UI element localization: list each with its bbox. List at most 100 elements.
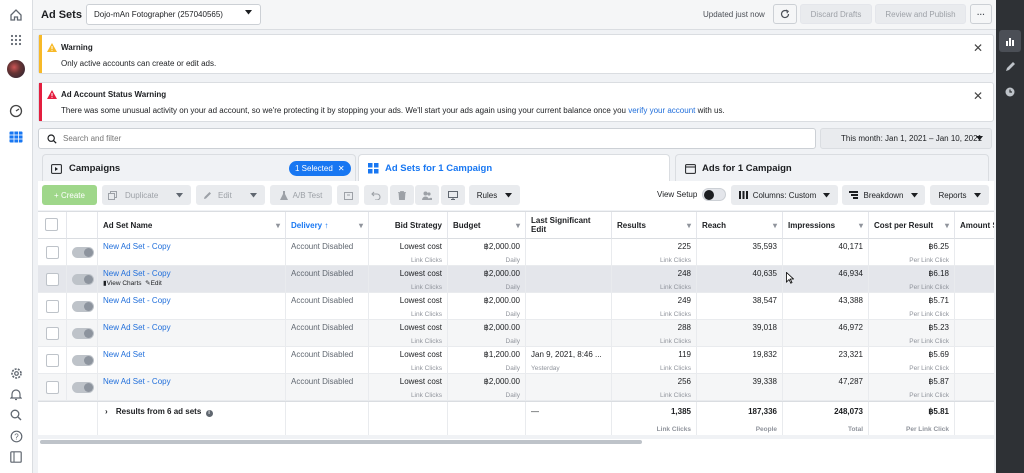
caret-down-icon[interactable] — [250, 193, 257, 198]
undo-button[interactable] — [364, 185, 388, 205]
alert-message-suffix: with us. — [697, 106, 725, 115]
adset-name-link[interactable]: New Ad Set - Copy — [103, 323, 171, 332]
ab-test-button[interactable]: A/B Test — [270, 185, 332, 205]
col-last-edit[interactable]: Last Significant Edit — [526, 212, 612, 239]
edit-button[interactable]: Edit — [196, 185, 265, 205]
avatar[interactable] — [6, 59, 26, 79]
adset-name-link[interactable]: New Ad Set - Copy — [103, 377, 171, 386]
cell-results: 256 Link Clicks — [612, 374, 697, 401]
delete-button[interactable] — [390, 185, 414, 205]
col-results[interactable]: Results ▾ — [612, 212, 697, 239]
apps-grid-icon[interactable] — [6, 30, 26, 50]
duplicate-button[interactable]: Duplicate — [102, 185, 191, 205]
table-icon[interactable] — [6, 127, 26, 147]
adset-name-link[interactable]: New Ad Set - Copy — [103, 296, 171, 305]
audience-button[interactable] — [415, 185, 439, 205]
table-row[interactable]: New Ad Set - Copy Account Disabled Lowest … — [38, 374, 994, 401]
table-row[interactable]: New Ad Set - Copy Account Disabled Lowest … — [38, 320, 994, 347]
col-budget[interactable]: Budget ▾ — [448, 212, 526, 239]
close-icon[interactable]: ✕ — [973, 41, 983, 55]
adset-toggle[interactable] — [72, 328, 94, 339]
horizontal-scrollbar-thumb[interactable] — [40, 440, 642, 444]
verify-account-link[interactable]: verify your account — [628, 106, 695, 115]
cell-results-sub: Link Clicks — [659, 284, 691, 291]
refresh-button[interactable] — [773, 4, 797, 24]
view-setup-toggle[interactable] — [702, 188, 726, 201]
row-checkbox[interactable] — [46, 327, 59, 340]
col-reach[interactable]: Reach ▾ — [697, 212, 783, 239]
create-button[interactable]: + Create — [42, 185, 97, 205]
adset-name-link[interactable]: New Ad Set - Copy — [103, 242, 171, 251]
adset-toggle[interactable] — [72, 247, 94, 258]
adset-toggle[interactable] — [72, 382, 94, 393]
cell-amount — [955, 320, 994, 347]
table-row[interactable]: New Ad Set - Copy ▮View Charts ✎Edit Accou… — [38, 266, 994, 293]
home-icon[interactable] — [6, 5, 26, 25]
adset-toggle[interactable] — [72, 355, 94, 366]
discard-drafts-button[interactable]: Discard Drafts — [800, 4, 872, 24]
selected-badge[interactable]: 1 Selected ✕ — [289, 161, 351, 176]
cell-cost: ฿6.25 Per Link Click — [869, 239, 955, 266]
search-icon[interactable] — [6, 405, 26, 425]
date-range-picker[interactable]: This month: Jan 1, 2021 – Jan 10, 2021 — [820, 128, 992, 149]
table-row[interactable]: New Ad Set - Copy Account Disabled Lowest … — [38, 239, 994, 266]
cell-cost-value: ฿5.69 — [928, 350, 949, 359]
caret-down-icon[interactable] — [176, 193, 183, 198]
adset-name-link[interactable]: New Ad Set - Copy — [103, 269, 171, 278]
more-button[interactable]: ··· — [970, 4, 992, 24]
columns-button[interactable]: Columns: Custom — [731, 185, 838, 205]
archive-button[interactable] — [337, 185, 359, 205]
col-impressions[interactable]: Impressions ▾ — [783, 212, 869, 239]
row-checkbox[interactable] — [46, 246, 59, 259]
cell-budget: ฿2,000.00 Daily — [448, 239, 526, 266]
select-all-checkbox[interactable] — [45, 218, 58, 231]
help-icon[interactable]: ? — [6, 426, 26, 446]
row-checkbox[interactable] — [46, 273, 59, 286]
row-checkbox[interactable] — [46, 300, 59, 313]
cell-amount — [955, 239, 994, 266]
totals-cost-sub: Per Link Click — [906, 426, 949, 433]
edit-link[interactable]: Edit — [151, 280, 162, 287]
clear-icon[interactable]: ✕ — [338, 164, 345, 173]
rules-button[interactable]: Rules — [469, 185, 520, 205]
tab-campaigns[interactable]: Campaigns 1 Selected ✕ — [42, 154, 356, 182]
chart-panel-icon[interactable] — [999, 30, 1021, 52]
col-delivery[interactable]: Delivery ↑ ▾ — [286, 212, 369, 239]
report-icon[interactable] — [6, 447, 26, 467]
adset-toggle[interactable] — [72, 274, 94, 285]
col-adset-name[interactable]: Ad Set Name ▾ — [98, 212, 286, 239]
col-cost-per-result[interactable]: Cost per Result ▾ — [869, 212, 955, 239]
account-selector[interactable]: Dojo-mAn Fotographer (257040565) — [86, 4, 261, 25]
cell-impressions: 23,321 — [783, 347, 869, 374]
close-icon[interactable]: ✕ — [973, 89, 983, 103]
cell-edit — [526, 320, 612, 347]
gauge-icon[interactable] — [6, 101, 26, 121]
row-checkbox[interactable] — [46, 354, 59, 367]
pencil-icon[interactable] — [999, 56, 1021, 78]
cell-bid-value: Lowest cost — [399, 350, 442, 359]
tab-ads[interactable]: Ads for 1 Campaign — [675, 154, 989, 182]
cell-results-value: 288 — [677, 323, 691, 332]
view-charts-link[interactable]: View Charts — [107, 280, 142, 287]
row-checkbox-cell — [38, 374, 67, 401]
settings-icon[interactable] — [6, 363, 26, 383]
col-bid-strategy[interactable]: Bid Strategy — [369, 212, 448, 239]
cell-cost-sub: Per Link Click — [909, 338, 949, 345]
preview-button[interactable] — [441, 185, 465, 205]
review-publish-button[interactable]: Review and Publish — [875, 4, 966, 24]
chevron-right-icon[interactable]: › — [105, 407, 108, 416]
history-icon[interactable] — [999, 81, 1021, 103]
reports-button[interactable]: Reports — [930, 185, 989, 205]
table-row[interactable]: New Ad Set Account Disabled Lowest cost Lin… — [38, 347, 994, 374]
bell-icon[interactable] — [6, 384, 26, 404]
tab-adsets[interactable]: Ad Sets for 1 Campaign — [358, 154, 670, 182]
adset-name-link[interactable]: New Ad Set — [103, 350, 145, 359]
search-input[interactable] — [63, 131, 803, 146]
row-checkbox[interactable] — [46, 381, 59, 394]
col-amount-spent[interactable]: Amount S — [955, 212, 994, 239]
breakdown-button[interactable]: Breakdown — [842, 185, 925, 205]
info-icon[interactable]: i — [205, 410, 213, 417]
adset-toggle[interactable] — [72, 301, 94, 312]
table-row[interactable]: New Ad Set - Copy Account Disabled Lowest … — [38, 293, 994, 320]
search-filter-bar[interactable] — [38, 128, 816, 149]
